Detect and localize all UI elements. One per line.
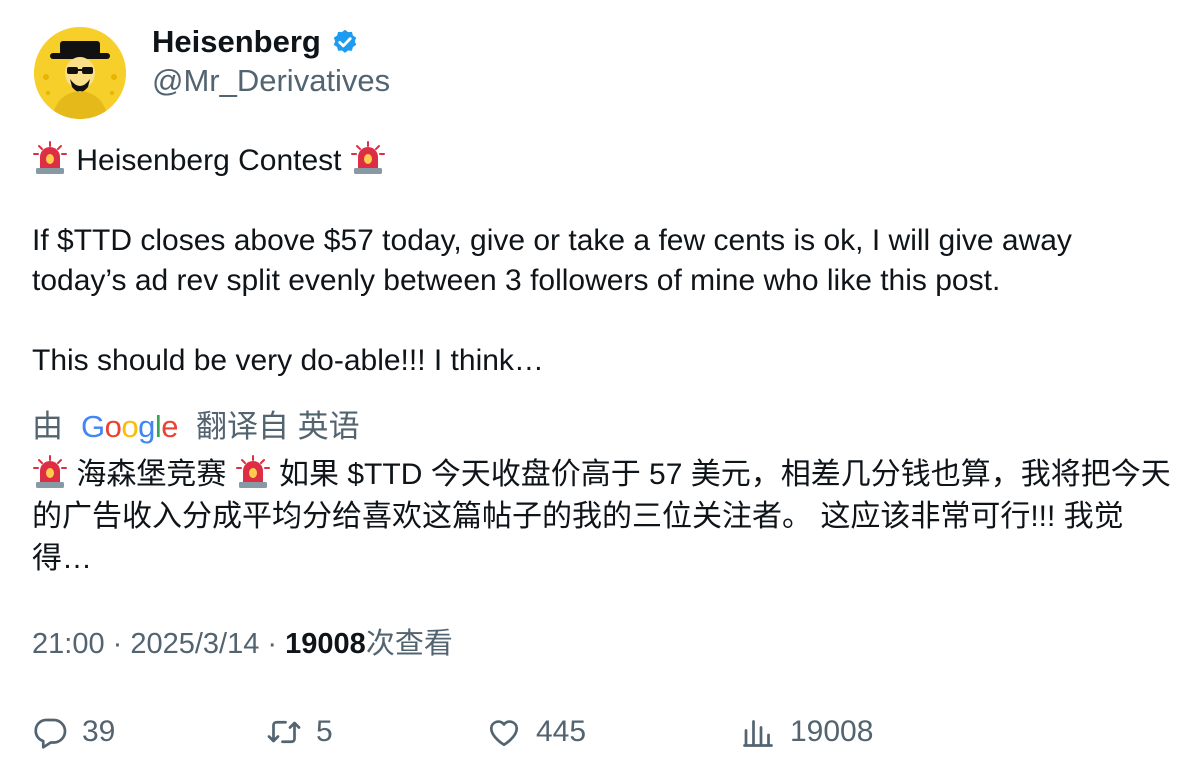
- post-paragraph-2: This should be very do-able!!! I think…: [32, 344, 544, 377]
- meta-separator: ·: [104, 628, 131, 660]
- repost-count: 5: [316, 715, 333, 748]
- author-handle[interactable]: @Mr_Derivatives: [152, 62, 390, 100]
- post-paragraph-1: If $TTD closes above $57 today, give or …: [32, 224, 1072, 297]
- views-label: 次查看: [365, 628, 453, 660]
- heart-icon: [489, 720, 519, 747]
- views-button[interactable]: 19008: [740, 708, 873, 756]
- author-name[interactable]: Heisenberg: [152, 22, 321, 62]
- post-title-text: Heisenberg Contest: [76, 144, 342, 177]
- translation-prefix: 由: [32, 409, 63, 444]
- like-button[interactable]: 445: [486, 708, 586, 756]
- heisenberg-avatar-icon: [34, 27, 126, 119]
- views-action-count: 19008: [790, 715, 874, 748]
- repost-icon: [267, 720, 301, 744]
- google-logo: Google: [81, 409, 179, 444]
- post-time[interactable]: 21:00: [32, 628, 105, 660]
- author-name-row[interactable]: Heisenberg: [152, 22, 359, 62]
- translated-text: 海森堡竞赛 如果 $TTD 今天收盘价高于 57 美元，相差几分钱也算，我将把今…: [32, 454, 1172, 580]
- tweet-card: Heisenberg @Mr_Derivatives Heisenberg Co…: [0, 0, 1196, 778]
- verified-badge-icon: [333, 29, 357, 53]
- meta-separator: ·: [259, 628, 286, 660]
- repost-button[interactable]: 5: [266, 708, 333, 756]
- translation-suffix: 翻译自 英语: [196, 409, 360, 444]
- reply-icon: [34, 718, 67, 749]
- post-meta: 21:00 · 2025/3/14 · 19008次查看: [32, 624, 453, 664]
- police-car-light-icon: [33, 455, 67, 488]
- avatar[interactable]: [34, 27, 126, 119]
- police-car-light-icon: [350, 141, 385, 174]
- reply-button[interactable]: 39: [32, 708, 115, 756]
- post-title-line: Heisenberg Contest: [32, 140, 1172, 181]
- post-text: Heisenberg Contest If $TTD closes above …: [32, 140, 1172, 381]
- views-count: 19008: [285, 628, 366, 660]
- translated-title: 海森堡竞赛: [76, 458, 227, 491]
- action-bar: 39 5 445 19008: [0, 708, 1196, 758]
- analytics-bars-icon: [743, 720, 773, 747]
- police-car-light-icon: [235, 455, 270, 488]
- like-count: 445: [536, 715, 587, 748]
- translation-attribution[interactable]: 由 Google 翻译自 英语: [32, 406, 360, 448]
- reply-count: 39: [82, 715, 116, 748]
- police-car-light-icon: [33, 141, 67, 174]
- post-date[interactable]: 2025/3/14: [130, 628, 259, 660]
